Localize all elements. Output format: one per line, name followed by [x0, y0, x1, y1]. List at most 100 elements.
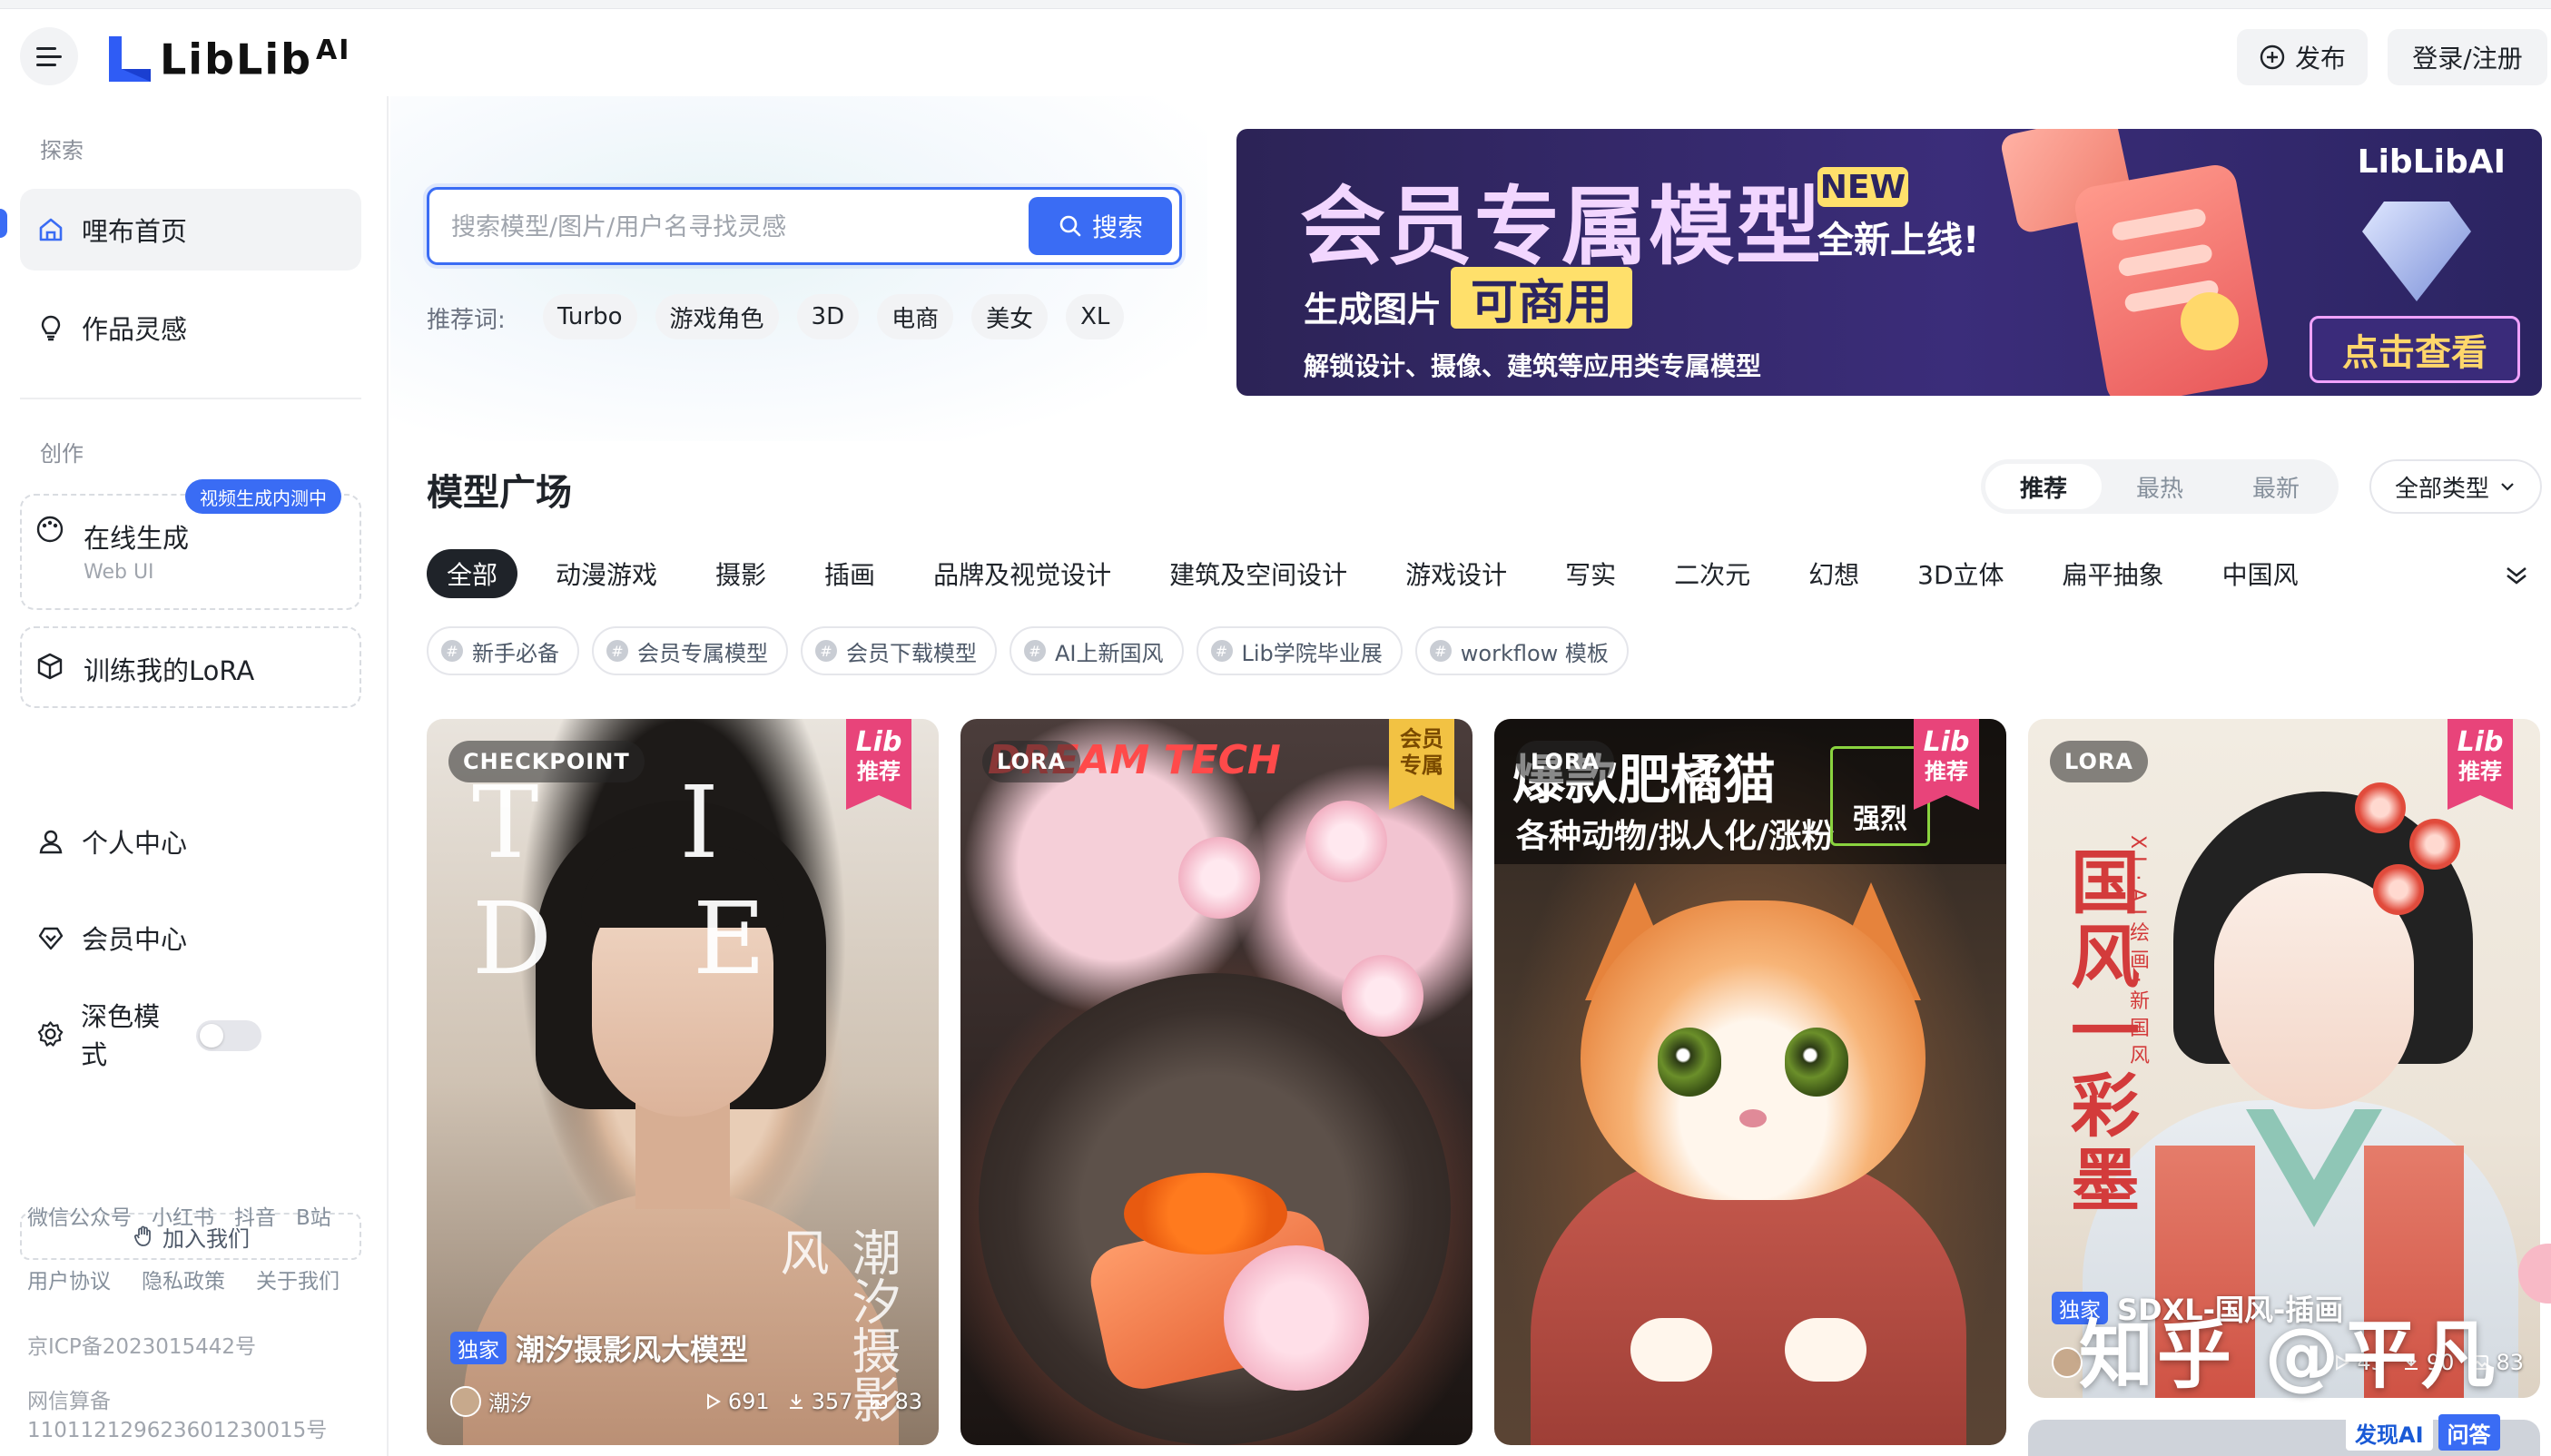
model-type-badge: LORA [982, 741, 1080, 782]
sort-hottest[interactable]: 最热 [2102, 464, 2218, 509]
publish-button[interactable]: 发布 [2237, 29, 2368, 85]
cube-icon [37, 653, 63, 680]
diamond-illustration [2362, 202, 2471, 301]
search-button[interactable]: 搜索 [1029, 197, 1172, 255]
hash-icon: # [441, 640, 463, 662]
corner-brand: 发现AI 问答 [2346, 1412, 2551, 1452]
recommend-tag[interactable]: Turbo [543, 294, 637, 339]
topic-tag[interactable]: # Lib学院毕业展 [1196, 626, 1403, 675]
settings-icon [37, 1021, 64, 1047]
topic-tag[interactable]: # 会员专属模型 [592, 626, 788, 675]
login-register-button[interactable]: 登录/注册 [2388, 29, 2547, 85]
card-art [1342, 955, 1423, 1037]
search-icon [1059, 215, 1081, 237]
sidebar-item-inspiration[interactable]: 作品灵感 [20, 287, 361, 369]
lightbulb-icon [41, 315, 61, 341]
sidebar-item-home[interactable]: 哩布首页 [20, 189, 361, 271]
recommend-tag[interactable]: 美女 [971, 294, 1049, 339]
topic-label: 会员下载模型 [846, 640, 977, 666]
link-xiaohongshu[interactable]: 小红书 [152, 1200, 214, 1231]
category-tab[interactable]: 幻想 [1788, 549, 1879, 598]
category-tab[interactable]: 建筑及空间设计 [1149, 549, 1367, 598]
model-card[interactable]: 爆款肥橘猫 各种动物/拟人化/涨粉 强烈 LORA Lib 推荐 [1494, 719, 2006, 1445]
hash-icon: # [1210, 640, 1233, 662]
category-tab-all[interactable]: 全部 [427, 549, 518, 598]
menu-toggle-button[interactable] [20, 27, 78, 85]
card-art [1124, 1173, 1287, 1254]
link-douyin[interactable]: 抖音 [234, 1200, 276, 1231]
sidebar-item-label: 个人中心 [82, 828, 188, 859]
chevron-down-icon [2501, 483, 2514, 491]
link-privacy[interactable]: 隐私政策 [142, 1264, 225, 1294]
link-bilibili[interactable]: B站 [296, 1200, 331, 1231]
recommend-tag[interactable]: 电商 [877, 294, 954, 339]
category-tab[interactable]: 扁平抽象 [2043, 549, 2184, 598]
icp-record[interactable]: 京ICP备2023015442号 [27, 1329, 256, 1360]
hero-background [390, 96, 1207, 441]
play-icon [706, 1392, 721, 1410]
sidebar-divider [20, 398, 361, 399]
promo-banner[interactable]: 会员专属模型 NEW 全新上线! 生成图片 可商用 解锁设计、摄像、建筑等应用类… [1236, 129, 2542, 396]
banner-cta-button[interactable]: 点击查看 [2310, 316, 2520, 383]
recommend-tag[interactable]: 3D [796, 294, 860, 339]
hash-icon: # [606, 640, 628, 662]
sort-newest[interactable]: 最新 [2218, 464, 2334, 509]
category-tab[interactable]: 3D立体 [1897, 549, 2024, 598]
browser-top-strip [0, 0, 2551, 9]
author-name[interactable]: 潮汐 [488, 1385, 532, 1417]
palette-icon [36, 516, 64, 543]
certificate-illustration [2072, 162, 2271, 396]
sidebar-item-member[interactable]: 会员中心 [20, 897, 361, 979]
model-card[interactable]: DREAM TECH LORA 会员 专属 [960, 719, 1472, 1445]
topic-tag[interactable]: # 新手必备 [427, 626, 579, 675]
category-tab[interactable]: 游戏设计 [1385, 549, 1527, 598]
search-input[interactable] [451, 206, 960, 248]
model-card[interactable]: T I D E 潮汐摄影风 CHECKPOINT Lib 推荐 独家 潮汐摄影风大模… [427, 719, 939, 1445]
plus-circle-icon [2260, 44, 2285, 70]
sidebar-item-label: 会员中心 [82, 924, 188, 955]
topic-tags: # 新手必备 # 会员专属模型 # 会员下载模型 # AI上新国风 # Lib学院毕业展 … [427, 626, 1629, 675]
category-tabs: 全部 动漫游戏 摄影 插画 品牌及视觉设计 建筑及空间设计 游戏设计 写实 二次… [427, 548, 2337, 599]
category-tab[interactable]: 二次元 [1654, 549, 1770, 598]
train-lora-label: 训练我的LoRA [84, 655, 255, 686]
dark-mode-toggle[interactable] [196, 1020, 261, 1051]
hash-icon: # [1429, 640, 1452, 662]
banner-new-badge: NEW [1817, 167, 1908, 207]
recommend-tag[interactable]: 游戏角色 [655, 294, 779, 339]
image-icon [871, 1393, 888, 1409]
link-about-us[interactable]: 关于我们 [256, 1264, 340, 1294]
type-select-dropdown[interactable]: 全部类型 [2369, 459, 2542, 514]
sidebar-item-personal[interactable]: 个人中心 [20, 801, 361, 882]
model-name: 独家 潮汐摄影风大模型 [450, 1327, 748, 1369]
recommend-label: 推荐词: [427, 307, 506, 334]
category-tab[interactable]: 动漫游戏 [536, 549, 677, 598]
topic-tag[interactable]: # AI上新国风 [1010, 626, 1184, 675]
topic-tag[interactable]: # workflow 模板 [1414, 626, 1629, 675]
card-art [2373, 864, 2424, 915]
top-header: LibLib AI 发布 登录/注册 [0, 9, 2551, 96]
algo-record-label: 网信算备 [27, 1390, 111, 1413]
category-tab[interactable]: 品牌及视觉设计 [913, 549, 1131, 598]
card-art [635, 1100, 730, 1209]
link-user-agreement[interactable]: 用户协议 [27, 1264, 111, 1294]
recommend-tag[interactable]: XL [1066, 294, 1125, 339]
model-type-badge: LORA [1516, 741, 1614, 782]
topic-tag[interactable]: # 会员下载模型 [801, 626, 997, 675]
download-icon [789, 1393, 803, 1409]
heart-diamond-icon [38, 927, 64, 950]
category-tab[interactable]: 写实 [1545, 549, 1636, 598]
link-wechat[interactable]: 微信公众号 [27, 1200, 132, 1231]
model-square-title: 模型广场 [427, 472, 572, 514]
sort-recommend[interactable]: 推荐 [1985, 464, 2102, 509]
algo-record-number: 110112129623601230015号 [27, 1419, 328, 1442]
avatar[interactable] [450, 1385, 481, 1417]
recommend-tags: Turbo 游戏角色 3D 电商 美女 XL [543, 294, 1125, 339]
sidebar: 探索 哩布首页 作品灵感 创作 在线生成 Web UI 视频生成内测中 训练我的… [0, 96, 389, 1456]
avatar[interactable] [2052, 1347, 2083, 1378]
banner-gen-text: 生成图片 [1304, 290, 1443, 330]
category-tab[interactable]: 中国风 [2202, 549, 2319, 598]
expand-categories-icon[interactable] [2502, 561, 2531, 590]
site-logo[interactable]: LibLib AI [105, 27, 350, 91]
category-tab[interactable]: 摄影 [695, 549, 786, 598]
category-tab[interactable]: 插画 [804, 549, 895, 598]
